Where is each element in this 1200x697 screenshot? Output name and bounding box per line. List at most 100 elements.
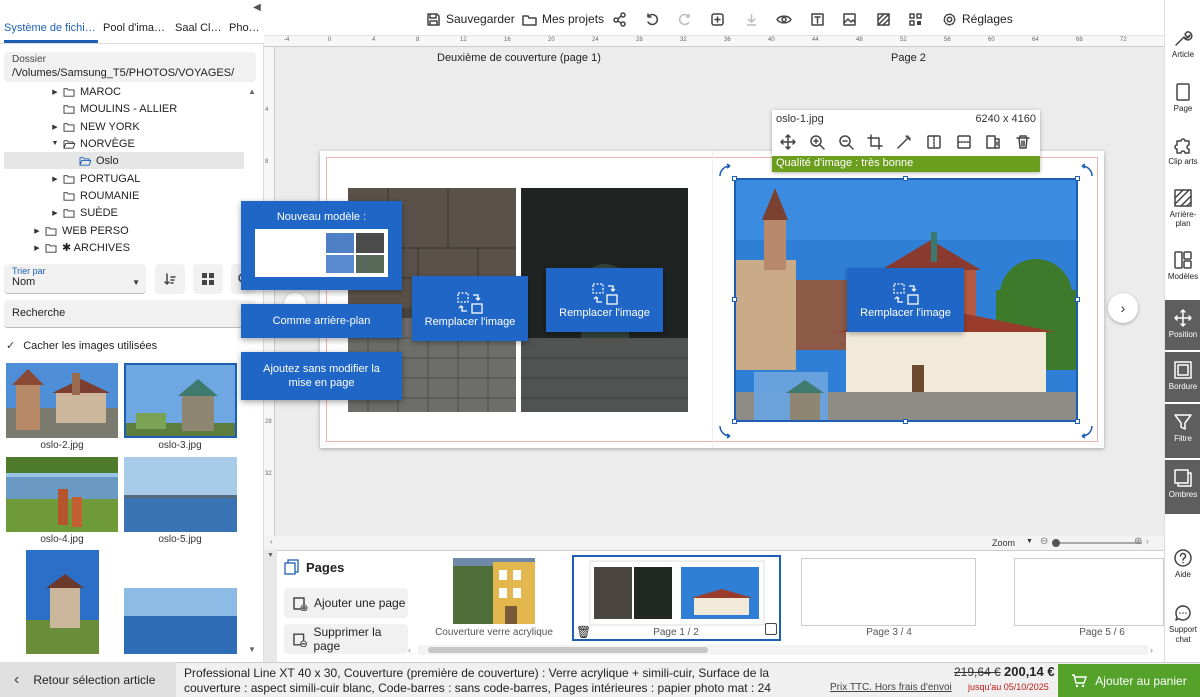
tree-folder-item[interactable]: ▶ ✱ ARCHIVES [4, 239, 244, 256]
resize-handle[interactable] [903, 176, 908, 181]
chevron-down-icon[interactable]: ▼ [50, 140, 60, 147]
share-button[interactable] [612, 9, 632, 29]
qr-code-button[interactable] [908, 9, 928, 29]
tab-saal-cloud[interactable]: Saal Cl… [175, 22, 221, 34]
grid-view-button[interactable] [193, 264, 223, 294]
scroll-right-icon[interactable]: › [1146, 537, 1149, 546]
tree-scroll-up-icon[interactable]: ▲ [248, 87, 256, 96]
settings-button[interactable]: Réglages [942, 9, 1013, 29]
thumbnail-oslo-3[interactable] [124, 363, 237, 438]
tree-folder-item[interactable]: Oslo [4, 152, 244, 169]
page-checkbox[interactable] [765, 623, 777, 635]
rotate-handle-icon[interactable] [1076, 160, 1096, 180]
layer-order-icon[interactable] [985, 134, 1001, 150]
sidebar-item-templates[interactable]: Modèles [1165, 250, 1200, 281]
chevron-right-icon[interactable]: ▶ [50, 123, 60, 131]
crop-icon[interactable] [867, 134, 883, 150]
as-background-option[interactable]: Comme arrière-plan [241, 304, 402, 338]
tree-folder-item[interactable]: ▶ WEB PERSO [4, 222, 244, 239]
back-to-article-button[interactable]: ‹ Retour sélection article [0, 662, 176, 697]
zoom-slider[interactable] [1052, 542, 1142, 544]
magic-wand-icon[interactable] [896, 134, 912, 150]
text-tool-button[interactable] [810, 9, 830, 29]
tree-folder-item[interactable]: ▶ MAROC [4, 83, 244, 100]
collapse-panel-icon[interactable]: ◀ [250, 2, 264, 16]
tree-folder-item[interactable]: ▶ PORTUGAL [4, 170, 244, 187]
sidebar-item-border[interactable]: Bordure [1165, 352, 1200, 402]
save-button[interactable]: Sauvegarder [426, 9, 515, 29]
pages-collapse-bar[interactable]: ▼ [264, 550, 277, 662]
tab-photos[interactable]: Pho… [229, 22, 260, 34]
move-icon[interactable] [780, 134, 796, 150]
zoom-in-icon[interactable]: ⊕ [1134, 536, 1142, 547]
thumbnail-oslo-7[interactable] [124, 588, 237, 654]
my-projects-button[interactable]: Mes projets [522, 9, 604, 29]
sidebar-item-clip-arts[interactable]: Clip arts [1165, 135, 1200, 166]
replace-image-button[interactable]: Remplacer l'image [546, 268, 663, 332]
redo-button[interactable] [678, 9, 698, 29]
replace-image-button[interactable]: Remplacer l'image [412, 276, 528, 341]
tree-folder-item[interactable]: ROUMANIE [4, 187, 244, 204]
background-tool-button[interactable] [876, 9, 896, 29]
delete-page-button[interactable]: Supprimer la page [284, 624, 408, 654]
thumbnail-oslo-6[interactable] [26, 550, 99, 654]
trash-icon[interactable] [1015, 134, 1031, 150]
resize-handle[interactable] [903, 419, 908, 424]
sort-select[interactable]: Trier par Nom ▼ [4, 264, 146, 294]
chevron-down-icon[interactable]: ▼ [1026, 538, 1033, 545]
rotate-handle-icon[interactable] [716, 422, 736, 442]
scroll-left-icon[interactable]: ‹ [270, 537, 273, 546]
resize-handle[interactable] [732, 297, 737, 302]
thumbnail-oslo-4[interactable] [6, 457, 118, 532]
price-info-link[interactable]: Prix TTC. Hors frais d'envoi [830, 682, 952, 693]
trash-icon[interactable]: 🗑 [576, 625, 591, 639]
page-thumb-3-4[interactable] [801, 558, 976, 626]
sidebar-item-background[interactable]: Arrière-plan [1165, 188, 1200, 228]
selection-frame[interactable] [734, 178, 1078, 422]
sidebar-item-page[interactable]: Page [1165, 82, 1200, 113]
zoom-out-icon[interactable] [838, 134, 854, 150]
page-thumb-5-6[interactable] [1014, 558, 1164, 626]
chevron-right-icon[interactable]: ▶ [50, 209, 60, 217]
tree-folder-item[interactable]: ▶ SUÈDE [4, 204, 244, 221]
sidebar-item-support-chat[interactable]: Support chat [1165, 603, 1200, 645]
sidebar-item-position[interactable]: Position [1165, 300, 1200, 350]
sidebar-item-article[interactable]: Article [1165, 28, 1200, 59]
pages-scrollbar-thumb[interactable] [428, 647, 708, 653]
image-tool-button[interactable] [842, 9, 862, 29]
new-template-option[interactable]: Nouveau modèle : [241, 201, 402, 290]
tree-folder-item[interactable]: ▶ NEW YORK [4, 118, 244, 135]
sidebar-item-filter[interactable]: Filtre [1165, 404, 1200, 458]
sort-order-button[interactable] [155, 264, 185, 294]
chevron-right-icon[interactable]: › [1150, 645, 1153, 655]
add-page-button[interactable]: Ajouter une page [284, 588, 408, 618]
undo-button[interactable] [644, 9, 664, 29]
download-button[interactable] [744, 9, 764, 29]
add-without-change-option[interactable]: Ajoutez sans modifier la mise en page [241, 352, 402, 400]
page-thumb-cover[interactable] [453, 558, 535, 624]
zoom-out-icon[interactable]: ⊖ [1040, 536, 1048, 547]
preview-button[interactable] [776, 9, 797, 29]
chevron-right-icon[interactable]: ▶ [32, 227, 42, 235]
zoom-in-icon[interactable] [809, 134, 825, 150]
folder-path-field[interactable]: Dossier /Volumes/Samsung_T5/PHOTOS/VOYAG… [4, 52, 256, 82]
next-page-button[interactable]: › [1108, 293, 1138, 323]
tree-folder-item[interactable]: MOULINS - ALLIER [4, 100, 244, 117]
chevron-right-icon[interactable]: ▶ [50, 88, 60, 96]
chevron-right-icon[interactable]: ▶ [32, 244, 42, 252]
zoom-slider-knob[interactable] [1052, 539, 1060, 547]
tab-image-pool[interactable]: Pool d'ima… [103, 22, 165, 34]
search-input[interactable]: Recherche [4, 300, 256, 328]
hide-used-checkbox[interactable]: ✓ Cacher les images utilisées [6, 339, 157, 353]
add-text-button[interactable] [710, 9, 730, 29]
tab-file-system[interactable]: Système de fichi… [4, 22, 96, 34]
flip-vertical-icon[interactable] [956, 134, 972, 150]
thumbnail-oslo-5[interactable] [124, 457, 237, 532]
pages-scrollbar-track[interactable] [418, 645, 1148, 655]
rotate-handle-icon[interactable] [716, 160, 736, 180]
sidebar-item-help[interactable]: Aide [1165, 548, 1200, 579]
resize-handle[interactable] [1075, 297, 1080, 302]
sidebar-item-shadows[interactable]: Ombres [1165, 460, 1200, 514]
flip-horizontal-icon[interactable] [926, 134, 942, 150]
thumbnail-oslo-2[interactable] [6, 363, 118, 438]
